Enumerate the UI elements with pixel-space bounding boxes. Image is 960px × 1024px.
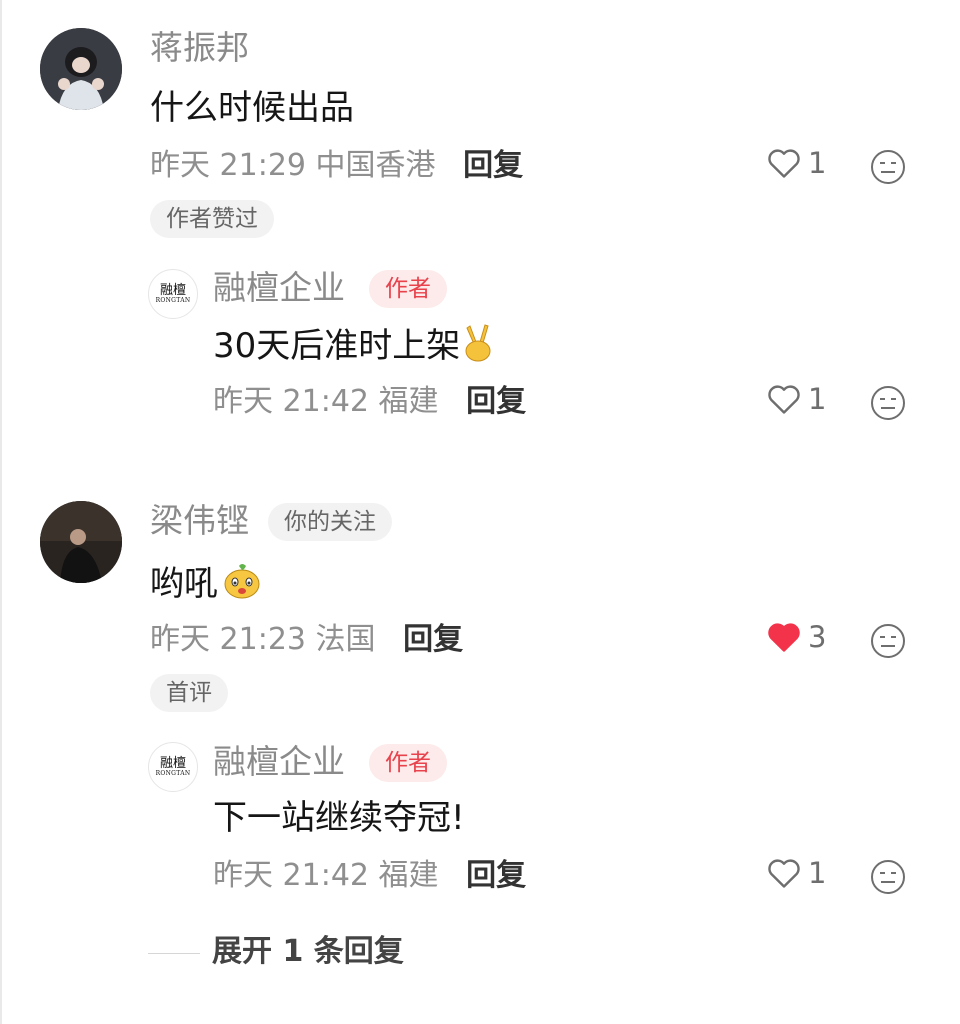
like-button[interactable]: 3: [766, 620, 826, 654]
comment-username[interactable]: 梁伟铿: [150, 501, 249, 541]
reply-username[interactable]: 融檀企业: [213, 742, 345, 782]
reply-meta: 昨天 21:42 福建 回复: [213, 856, 526, 896]
comment-meta: 昨天 21:23 法国 回复: [150, 620, 463, 660]
avatar[interactable]: [40, 501, 122, 583]
heart-outline-icon: [768, 385, 800, 414]
comment-time: 昨天 21:29: [150, 148, 306, 183]
neutral-face-icon[interactable]: [869, 858, 907, 896]
victory-hand-icon: [460, 322, 496, 373]
reply-meta: 昨天 21:42 福建 回复: [213, 382, 526, 422]
comment-text-content: 哟吼: [150, 564, 218, 604]
comment-location: 法国: [315, 622, 376, 657]
like-button[interactable]: 1: [766, 856, 826, 890]
logo-subtext: RONGTAN: [155, 296, 191, 304]
expand-replies-button[interactable]: 展开 1 条回复: [212, 932, 404, 972]
like-count: 1: [808, 382, 827, 416]
author-badge: 作者: [369, 744, 447, 782]
reply-button[interactable]: 回复: [466, 384, 526, 419]
comment-meta: 昨天 21:29 中国香港 回复: [150, 146, 523, 186]
avatar[interactable]: [40, 28, 122, 110]
reply-time: 昨天 21:42: [213, 384, 369, 419]
cartoon-face-emoji-icon: [222, 560, 262, 611]
reply-text-content: 30天后准时上架: [213, 326, 461, 366]
logo-text: 融檀: [159, 755, 186, 771]
following-badge: 你的关注: [268, 503, 392, 541]
like-button[interactable]: 1: [766, 146, 826, 180]
author-badge: 作者: [369, 270, 447, 308]
comment-text: 哟吼: [150, 560, 262, 611]
comment-username[interactable]: 蒋振邦: [150, 28, 249, 68]
neutral-face-icon[interactable]: [869, 622, 907, 660]
like-count: 1: [808, 856, 827, 890]
neutral-face-icon[interactable]: [869, 384, 907, 422]
reply-location: 福建: [378, 858, 439, 893]
heart-outline-icon: [768, 149, 800, 178]
logo-text: 融檀: [159, 282, 186, 298]
like-button[interactable]: 1: [766, 382, 826, 416]
logo-subtext: RONGTAN: [155, 769, 191, 777]
reply-button[interactable]: 回复: [403, 622, 463, 657]
reply-location: 福建: [378, 384, 439, 419]
comment-text: 什么时候出品: [150, 88, 354, 128]
neutral-face-icon[interactable]: [869, 148, 907, 186]
heart-filled-icon: [768, 623, 800, 652]
reply-text: 30天后准时上架: [213, 322, 496, 373]
like-count: 3: [808, 620, 827, 654]
heart-outline-icon: [768, 859, 800, 888]
like-count: 1: [808, 146, 827, 180]
comment-time: 昨天 21:23: [150, 622, 306, 657]
reply-button[interactable]: 回复: [463, 148, 523, 183]
reply-username[interactable]: 融檀企业: [213, 268, 345, 308]
comment-location: 中国香港: [315, 148, 436, 183]
author-liked-badge: 作者赞过: [150, 200, 274, 238]
reply-time: 昨天 21:42: [213, 858, 369, 893]
reply-text: 下一站继续夺冠!: [213, 798, 465, 838]
reply-avatar[interactable]: 融檀 RONGTAN: [148, 742, 198, 792]
expand-divider: [148, 953, 200, 954]
reply-button[interactable]: 回复: [466, 858, 526, 893]
reply-avatar[interactable]: 融檀 RONGTAN: [148, 269, 198, 319]
left-edge-divider: [0, 0, 2, 1024]
first-comment-badge: 首评: [150, 674, 228, 712]
